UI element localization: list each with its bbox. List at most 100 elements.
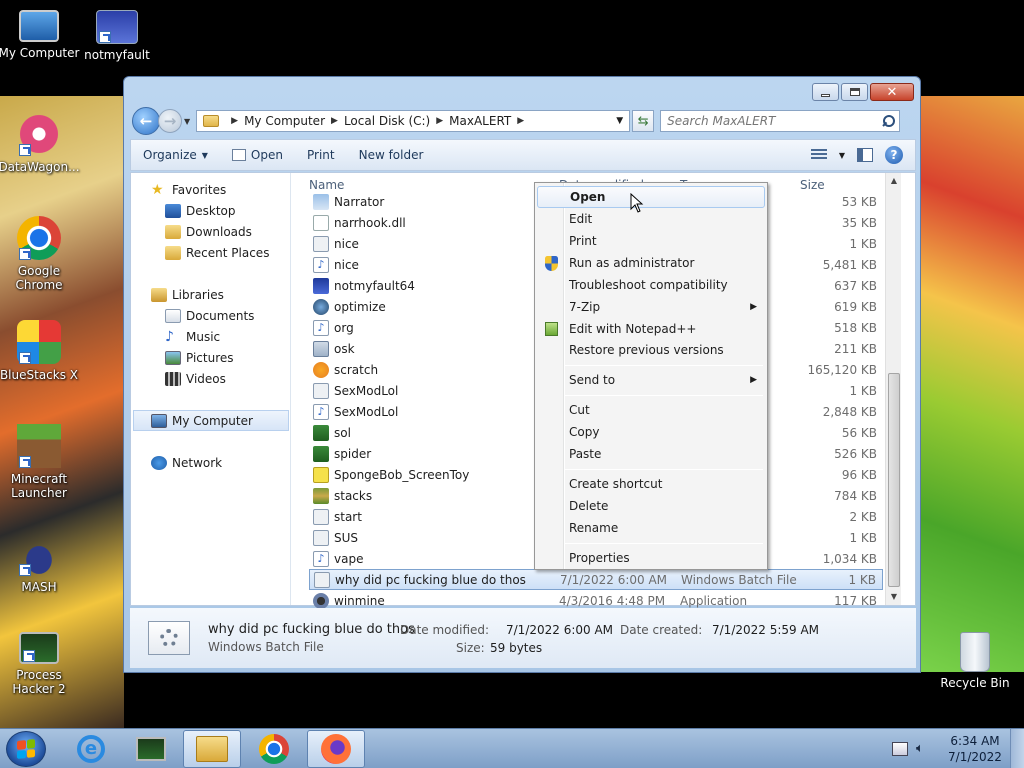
- nav-pictures[interactable]: Pictures: [131, 347, 290, 368]
- breadcrumb-my-computer[interactable]: My Computer: [244, 114, 325, 128]
- desktop-icon-bluestacks[interactable]: BlueStacks X: [0, 320, 82, 382]
- desktop-icon-recycle-bin[interactable]: Recycle Bin: [932, 632, 1018, 690]
- desktop-icon-notmyfault[interactable]: notmyfault: [74, 10, 160, 62]
- menu-separator: [565, 469, 763, 470]
- new-folder-button[interactable]: New folder: [347, 140, 436, 170]
- address-bar[interactable]: ▶ My Computer ▶ Local Disk (C:) ▶ MaxALE…: [196, 110, 631, 132]
- nav-my-computer[interactable]: My Computer: [133, 410, 289, 431]
- print-button[interactable]: Print: [295, 140, 347, 170]
- breadcrumb-chevron-icon[interactable]: ▶: [231, 116, 238, 126]
- maximize-button[interactable]: [841, 83, 868, 101]
- desktop-icon-minecraft[interactable]: Minecraft Launcher: [0, 424, 82, 500]
- taskbar-internet-explorer[interactable]: e: [62, 730, 120, 768]
- breadcrumb-maxalert[interactable]: MaxALERT: [449, 114, 511, 128]
- menu-item-rename[interactable]: Rename: [537, 517, 765, 539]
- forward-arrow-icon: →: [163, 112, 177, 130]
- scrollbar-thumb[interactable]: [888, 373, 900, 587]
- desktop-icon-my-computer[interactable]: My Computer: [0, 10, 82, 60]
- file-row-selected[interactable]: why did pc fucking blue do thos 7/1/2022 …: [309, 569, 883, 590]
- minesweeper-icon: [313, 592, 329, 609]
- nav-desktop[interactable]: Desktop: [131, 200, 290, 221]
- desktop-icon-label: DataWagon...: [0, 160, 80, 174]
- desktop-icon-datawagon[interactable]: DataWagon...: [0, 112, 82, 174]
- desktop-icon-google-chrome[interactable]: Google Chrome: [0, 216, 82, 292]
- nav-network[interactable]: Network: [131, 452, 290, 473]
- vertical-scrollbar[interactable]: ▲ ▼: [885, 173, 901, 605]
- menu-item-troubleshoot[interactable]: Troubleshoot compatibility: [537, 274, 765, 296]
- volume-icon[interactable]: 🔈︎: [916, 742, 932, 756]
- column-size[interactable]: Size: [800, 178, 825, 192]
- breadcrumb-chevron-icon[interactable]: ▶: [517, 116, 524, 126]
- menu-item-run-as-admin[interactable]: Run as administrator: [537, 252, 765, 274]
- menu-item-edit-notepadpp[interactable]: Edit with Notepad++: [537, 318, 765, 340]
- nav-music[interactable]: ♪ Music: [131, 326, 290, 347]
- recent-pages-dropdown-icon[interactable]: ▼: [184, 117, 190, 126]
- forward-button[interactable]: →: [158, 109, 182, 133]
- taskbar-process-hacker[interactable]: [122, 730, 180, 768]
- show-desktop-button[interactable]: [1010, 729, 1024, 768]
- breadcrumb-chevron-icon[interactable]: ▶: [436, 116, 443, 126]
- menu-item-open[interactable]: Open: [537, 186, 765, 208]
- taskbar-firefox[interactable]: [307, 730, 365, 768]
- search-box[interactable]: [660, 110, 901, 132]
- scroll-down-icon[interactable]: ▼: [886, 589, 902, 605]
- menu-item-cut[interactable]: Cut: [537, 399, 765, 421]
- menu-item-copy[interactable]: Copy: [537, 421, 765, 443]
- taskbar-google-chrome[interactable]: [245, 730, 303, 768]
- audio-file-icon: ♪: [313, 319, 329, 336]
- help-icon[interactable]: ?: [885, 146, 903, 164]
- address-dropdown-icon[interactable]: ▼: [616, 116, 623, 126]
- nav-label: Network: [172, 455, 223, 470]
- breadcrumb-chevron-icon[interactable]: ▶: [331, 116, 338, 126]
- desktop-icon-label: MASH: [21, 580, 57, 594]
- context-menu: Open Edit Print Run as administrator Tro…: [534, 182, 768, 570]
- windows-logo-icon: [17, 739, 35, 759]
- organize-button[interactable]: Organize ▼: [131, 140, 220, 170]
- clock[interactable]: 6:34 AM 7/1/2022: [940, 733, 1010, 765]
- open-button[interactable]: Open: [220, 140, 295, 170]
- column-name[interactable]: Name: [309, 178, 344, 192]
- navigation-pane: ★ Favorites Desktop Downloads Recent Pla…: [131, 173, 291, 605]
- minimize-button[interactable]: [812, 83, 839, 101]
- search-input[interactable]: [667, 114, 868, 128]
- menu-item-7zip[interactable]: 7-Zip ▶: [537, 296, 765, 318]
- menu-item-edit[interactable]: Edit: [537, 208, 765, 230]
- menu-item-create-shortcut[interactable]: Create shortcut: [537, 473, 765, 495]
- view-dropdown-icon[interactable]: ▼: [839, 151, 845, 160]
- nav-recent-places[interactable]: Recent Places: [131, 242, 290, 263]
- nav-favorites[interactable]: ★ Favorites: [131, 179, 290, 200]
- menu-item-print[interactable]: Print: [537, 230, 765, 252]
- videos-icon: [165, 371, 181, 386]
- computer-icon: [19, 10, 59, 42]
- menu-item-delete[interactable]: Delete: [537, 495, 765, 517]
- nav-documents[interactable]: Documents: [131, 305, 290, 326]
- close-button[interactable]: ✕: [870, 83, 914, 101]
- scroll-up-icon[interactable]: ▲: [886, 173, 902, 189]
- menu-item-send-to[interactable]: Send to ▶: [537, 369, 765, 391]
- network-status-icon[interactable]: [892, 742, 908, 756]
- start-button[interactable]: [6, 731, 46, 767]
- minecraft-grass-block-icon: [17, 424, 61, 468]
- folder-icon: [203, 115, 220, 127]
- submenu-arrow-icon: ▶: [750, 375, 757, 385]
- menu-item-restore-versions[interactable]: Restore previous versions: [537, 339, 765, 361]
- back-button[interactable]: ←: [132, 107, 160, 135]
- refresh-button[interactable]: ⇆: [632, 110, 655, 132]
- desktop-icon-process-hacker[interactable]: Process Hacker 2: [0, 632, 82, 696]
- search-icon[interactable]: [883, 115, 896, 127]
- music-icon: ♪: [165, 328, 174, 345]
- nav-downloads[interactable]: Downloads: [131, 221, 290, 242]
- taskbar-windows-explorer[interactable]: [183, 730, 241, 768]
- nav-libraries[interactable]: Libraries: [131, 284, 290, 305]
- breadcrumb-local-disk[interactable]: Local Disk (C:): [344, 114, 430, 128]
- menu-item-properties[interactable]: Properties: [537, 547, 765, 569]
- desktop-icon: [165, 203, 181, 218]
- back-arrow-icon: ←: [139, 112, 153, 130]
- nav-videos[interactable]: Videos: [131, 368, 290, 389]
- preview-pane-icon[interactable]: [857, 148, 873, 162]
- view-options-icon[interactable]: [810, 149, 827, 161]
- details-size-label: Size:: [456, 641, 485, 655]
- menu-item-paste[interactable]: Paste: [537, 443, 765, 465]
- desktop-icon-mash[interactable]: MASH: [0, 536, 82, 594]
- nav-label: Music: [186, 329, 221, 344]
